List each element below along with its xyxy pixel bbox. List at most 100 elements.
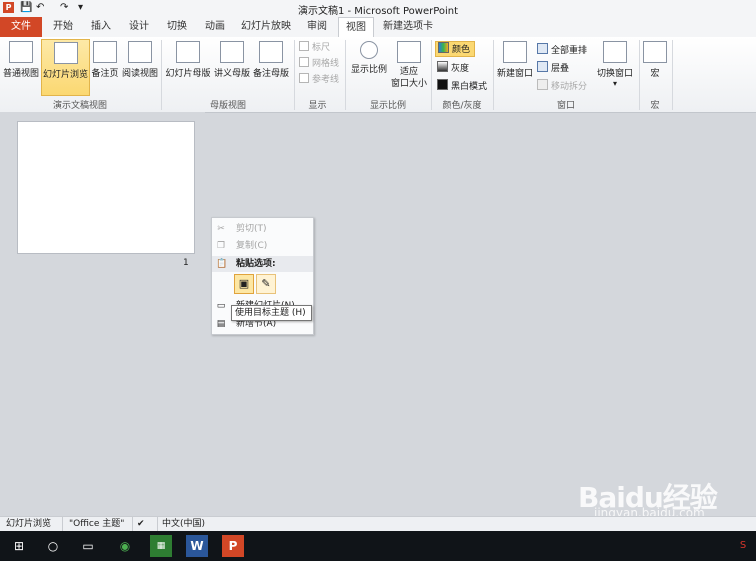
new-window-button[interactable]: 新建窗口 (496, 39, 534, 94)
group-label-master-views: 母版视图 (209, 101, 246, 111)
gridlines-checkbox[interactable]: 网格线 (299, 57, 339, 70)
taskbar: ⊞ ○ ▭ ◉ ▦ W P S (0, 531, 756, 561)
switch-windows-icon (603, 41, 627, 63)
normal-view-label: 普通视图 (2, 69, 39, 79)
group-label-presentation-views: 演示文稿视图 (52, 101, 107, 111)
gridlines-label: 网格线 (312, 59, 340, 69)
menu-item-cut[interactable]: ✂ 剪切(T) (212, 221, 313, 237)
group-label-color: 颜色/灰度 (442, 101, 482, 111)
macros-label: 宏 (650, 69, 660, 79)
tab-home[interactable]: 开始 (46, 17, 80, 37)
guides-checkbox[interactable]: 参考线 (299, 73, 339, 86)
group-label-macros: 宏 (650, 101, 660, 111)
new-window-icon (503, 41, 527, 63)
paste-options-header: 📋 粘贴选项: (212, 256, 313, 272)
group-label-show: 显示 (308, 101, 327, 111)
group-label-zoom: 显示比例 (369, 101, 406, 111)
cascade-button[interactable]: 层叠 (537, 61, 569, 75)
zoom-button[interactable]: 显示比例 (350, 39, 388, 94)
slide-master-label: 幻灯片母版 (165, 69, 211, 79)
handout-master-label: 讲义母版 (213, 69, 250, 79)
window-title: 演示文稿1 - Microsoft PowerPoint (297, 6, 459, 17)
slide-master-icon (176, 41, 200, 63)
macros-icon (643, 41, 667, 63)
switch-windows-label: 切换窗口 (596, 69, 633, 79)
handout-master-button[interactable]: 讲义母版 (213, 39, 251, 94)
windows-start-icon[interactable]: ⊞ (8, 535, 30, 557)
grayscale-button[interactable]: 灰度 (437, 61, 469, 75)
copy-icon: ❐ (216, 241, 226, 251)
slide-number: 1 (183, 258, 189, 268)
tab-animations[interactable]: 动画 (198, 17, 232, 37)
paste-keep-source-formatting-button[interactable]: ✎ (256, 274, 276, 294)
normal-view-button[interactable]: 普通视图 (2, 39, 40, 94)
ruler-checkbox[interactable]: 标尺 (299, 41, 330, 54)
status-view: 幻灯片浏览 (6, 519, 52, 529)
arrange-all-icon (537, 43, 548, 54)
powerpoint-icon[interactable]: P (222, 535, 244, 557)
group-divider (672, 40, 673, 110)
ruler-label: 标尺 (312, 43, 331, 53)
black-white-button[interactable]: 黑白模式 (437, 79, 487, 93)
black-white-swatch-icon (437, 79, 448, 90)
tab-insert[interactable]: 插入 (84, 17, 118, 37)
move-split-button[interactable]: 移动拆分 (537, 79, 587, 93)
notes-master-button[interactable]: 备注母版 (252, 39, 290, 94)
slide-sorter-icon (53, 42, 78, 64)
slide-sorter-button[interactable]: 幻灯片浏览 (41, 39, 90, 96)
chevron-down-icon: ▾ (612, 79, 617, 88)
status-theme: "Office 主题" (62, 517, 124, 532)
notes-master-icon (259, 41, 283, 63)
menu-item-copy[interactable]: ❐ 复制(C) (212, 238, 313, 254)
checkbox-icon (299, 57, 309, 67)
cascade-icon (537, 61, 548, 72)
guides-label: 参考线 (312, 75, 340, 85)
arrange-all-button[interactable]: 全部重排 (537, 43, 587, 57)
checkbox-icon (299, 73, 309, 83)
fit-window-icon (397, 41, 421, 63)
paste-destination-theme-icon: ▣ (238, 277, 250, 290)
grayscale-swatch-icon (437, 61, 448, 72)
search-icon[interactable]: ○ (42, 535, 64, 557)
spellcheck-icon[interactable]: ✔ (132, 517, 145, 532)
move-split-label: 移动拆分 (551, 82, 588, 92)
task-view-icon[interactable]: ▭ (77, 535, 99, 557)
browser-360-icon[interactable]: ◉ (114, 535, 136, 557)
reading-view-button[interactable]: 阅读视图 (122, 39, 158, 94)
app-green-icon[interactable]: ▦ (150, 535, 172, 557)
notes-page-button[interactable]: 备注页 (89, 39, 121, 94)
tab-slideshow[interactable]: 幻灯片放映 (236, 17, 296, 37)
color-button[interactable]: 颜色 (435, 41, 476, 57)
group-label-window: 窗口 (556, 101, 575, 111)
tab-review[interactable]: 审阅 (300, 17, 334, 37)
new-window-label: 新建窗口 (496, 69, 533, 79)
input-method-icon[interactable]: S (732, 535, 754, 557)
tab-design[interactable]: 设计 (122, 17, 156, 37)
word-icon[interactable]: W (186, 535, 208, 557)
switch-windows-button[interactable]: 切换窗口 ▾ (594, 39, 636, 94)
notes-master-label: 备注母版 (252, 69, 289, 79)
title-bar: P 💾 ↶ ↷ ▾ 演示文稿1 - Microsoft PowerPoint (0, 0, 756, 18)
new-section-icon: ▤ (216, 319, 226, 329)
fit-window-button[interactable]: 适应 窗口大小 (389, 39, 429, 94)
color-swatch-icon (438, 42, 449, 53)
move-split-icon (537, 79, 548, 90)
status-language[interactable]: 中文(中国) (157, 517, 205, 532)
slide-master-button[interactable]: 幻灯片母版 (165, 39, 211, 94)
ribbon-tabs: 文件 开始 插入 设计 切换 动画 幻灯片放映 审阅 视图 新建选项卡 (0, 17, 756, 38)
macros-button[interactable]: 宏 (642, 39, 668, 94)
arrange-all-label: 全部重排 (551, 46, 588, 56)
menu-item-copy-label: 复制(C) (236, 241, 268, 251)
tab-file[interactable]: 文件 (0, 17, 42, 37)
ribbon: 普通视图 幻灯片浏览 备注页 阅读视图 演示文稿视图 幻灯片母版 讲义母版 备注… (0, 37, 756, 113)
paste-use-destination-theme-button[interactable]: ▣ (234, 274, 254, 294)
tab-view[interactable]: 视图 (338, 17, 374, 38)
paste-options-label: 粘贴选项: (236, 259, 276, 269)
tab-transitions[interactable]: 切换 (160, 17, 194, 37)
slide-thumbnail[interactable] (17, 121, 195, 254)
grayscale-label: 灰度 (451, 64, 470, 74)
clipboard-icon: 📋 (216, 259, 228, 269)
black-white-label: 黑白模式 (451, 82, 488, 92)
status-bar: 幻灯片浏览 "Office 主题" ✔ 中文(中国) (0, 516, 756, 532)
tab-new[interactable]: 新建选项卡 (378, 17, 438, 37)
